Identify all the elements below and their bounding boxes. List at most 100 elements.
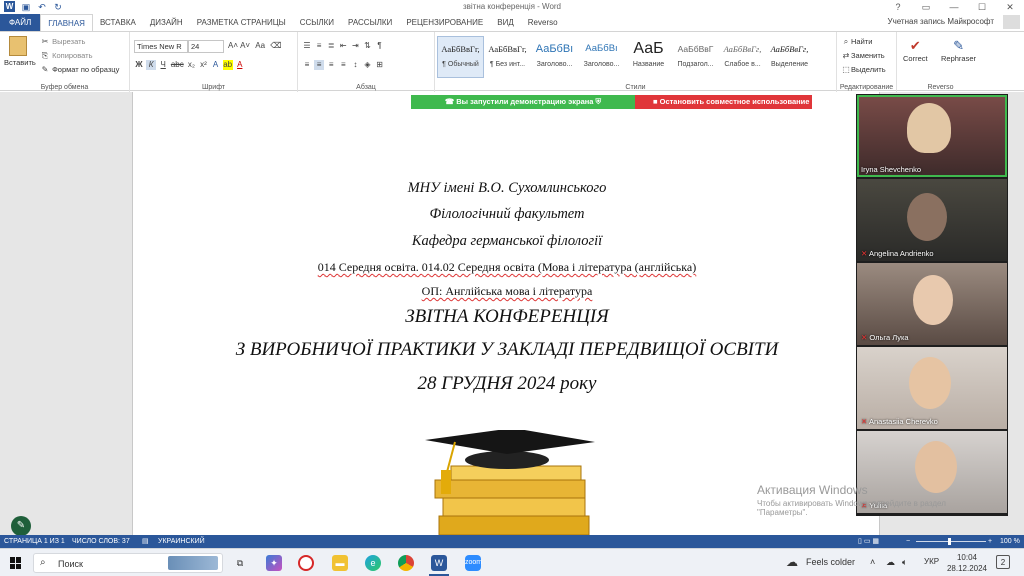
notifications-badge[interactable]: 2 bbox=[996, 555, 1010, 569]
increase-indent-icon[interactable]: ⇥ bbox=[350, 41, 360, 51]
bold-icon[interactable]: Ж bbox=[134, 60, 144, 70]
participant-tile[interactable]: ✕ Angelina Andrienko bbox=[857, 179, 1007, 261]
tab-design[interactable]: ДИЗАЙН bbox=[143, 14, 190, 31]
style-no-spacing[interactable]: АаБбВвГг, ¶ Без инт... bbox=[484, 36, 531, 78]
opera-icon[interactable] bbox=[298, 555, 314, 571]
align-right-icon[interactable]: ≡ bbox=[326, 60, 336, 70]
word-taskbar-icon[interactable]: W bbox=[431, 555, 447, 571]
format-painter-button[interactable]: ✎ Формат по образцу bbox=[40, 65, 120, 75]
stop-sharing-button[interactable]: ■ Остановить совместное использование bbox=[635, 95, 812, 109]
task-view-icon[interactable]: ⧉ bbox=[232, 555, 248, 571]
clear-format-icon[interactable]: ⌫ bbox=[270, 41, 281, 51]
proofing-icon[interactable]: ▤ bbox=[142, 535, 149, 548]
web-layout-icon[interactable]: ▦ bbox=[872, 538, 879, 545]
participant-tile[interactable]: ✕ Ольга Лука bbox=[857, 263, 1007, 345]
shrink-font-icon[interactable]: A˅ bbox=[240, 41, 250, 51]
italic-icon[interactable]: К bbox=[146, 60, 157, 70]
change-case-icon[interactable]: Aa bbox=[252, 41, 268, 51]
tab-references[interactable]: ССЫЛКИ bbox=[293, 14, 341, 31]
zoom-in-icon[interactable]: + bbox=[988, 535, 992, 548]
borders-icon[interactable]: ⊞ bbox=[375, 60, 385, 70]
text-effects-icon[interactable]: A bbox=[211, 60, 221, 70]
find-button[interactable]: ⌕ Найти bbox=[841, 37, 873, 47]
word-count[interactable]: ЧИСЛО СЛОВ: 37 bbox=[72, 535, 130, 548]
zoom-slider[interactable] bbox=[916, 541, 986, 542]
grow-font-icon[interactable]: A˄ bbox=[228, 41, 238, 51]
highlight-icon[interactable]: ab bbox=[222, 60, 233, 70]
weather-text[interactable]: Feels colder bbox=[806, 557, 855, 567]
select-button[interactable]: ⬚Выделить bbox=[841, 65, 885, 75]
replace-button[interactable]: ⇄ Заменить bbox=[841, 51, 885, 61]
clock[interactable]: 10:04 28.12.2024 bbox=[945, 552, 989, 574]
document-page[interactable]: МНУ імені В.О. Сухомлинського Філологічн… bbox=[132, 92, 880, 535]
align-left-icon[interactable]: ≡ bbox=[302, 60, 312, 70]
ribbon-display-icon[interactable]: ▭ bbox=[912, 0, 940, 14]
font-size-box[interactable]: 24 bbox=[188, 40, 224, 53]
rephraser-button[interactable]: ✎ Rephraser bbox=[941, 38, 976, 63]
print-layout-icon[interactable]: ▭ bbox=[864, 538, 871, 545]
tab-home[interactable]: ГЛАВНАЯ bbox=[40, 14, 93, 31]
style-heading-2[interactable]: АаБбВı Заголово... bbox=[578, 36, 625, 78]
font-name-box[interactable]: Times New R bbox=[134, 40, 188, 53]
zoom-slider-thumb[interactable] bbox=[948, 538, 951, 545]
close-button[interactable]: ✕ bbox=[996, 0, 1024, 14]
tab-reverso[interactable]: Reverso bbox=[521, 14, 565, 31]
minimize-button[interactable]: — bbox=[940, 0, 968, 14]
avatar[interactable] bbox=[1003, 15, 1020, 29]
style-title[interactable]: АаБ Название bbox=[625, 36, 672, 78]
style-emphasis[interactable]: АаБбВвГг, Выделение bbox=[766, 36, 813, 78]
style-normal[interactable]: АаБбВвГг, ¶ Обычный bbox=[437, 36, 484, 78]
style-heading-1[interactable]: АаБбВı Заголово... bbox=[531, 36, 578, 78]
align-center-icon[interactable]: ≡ bbox=[314, 60, 325, 70]
windows-start-icon[interactable] bbox=[10, 557, 22, 569]
decrease-indent-icon[interactable]: ⇤ bbox=[338, 41, 348, 51]
chrome-icon[interactable] bbox=[398, 555, 414, 571]
tab-insert[interactable]: ВСТАВКА bbox=[93, 14, 143, 31]
tab-layout[interactable]: РАЗМЕТКА СТРАНИЦЫ bbox=[190, 14, 293, 31]
justify-icon[interactable]: ≡ bbox=[338, 60, 348, 70]
superscript-icon[interactable]: x² bbox=[198, 60, 208, 70]
copy-button[interactable]: ⎘ Копировать bbox=[40, 51, 93, 61]
cut-button[interactable]: ✂ Вырезать bbox=[40, 37, 86, 47]
tab-file[interactable]: ФАЙЛ bbox=[0, 14, 41, 31]
numbering-icon[interactable]: ≡ bbox=[314, 41, 324, 51]
file-explorer-icon[interactable]: ▬ bbox=[332, 555, 348, 571]
read-mode-icon[interactable]: ▯ bbox=[858, 538, 862, 545]
correct-button[interactable]: ✔ Correct bbox=[903, 38, 928, 63]
account-name[interactable]: Учетная запись Майкрософт bbox=[887, 17, 994, 26]
subscript-icon[interactable]: x₂ bbox=[186, 60, 196, 70]
input-language[interactable]: УКР bbox=[924, 557, 939, 566]
annotate-pen-button[interactable]: ✎ bbox=[11, 516, 31, 536]
font-color-icon[interactable]: A bbox=[235, 60, 245, 70]
page-count[interactable]: СТРАНИЦА 1 ИЗ 1 bbox=[4, 535, 65, 548]
multilevel-list-icon[interactable]: ≣ bbox=[326, 41, 336, 51]
language[interactable]: УКРАИНСКИЙ bbox=[158, 535, 205, 548]
sort-icon[interactable]: ⇅ bbox=[362, 41, 372, 51]
sound-icon[interactable]: 🔈︎ bbox=[902, 557, 907, 568]
participant-tile[interactable]: Iryna Shevchenko bbox=[857, 95, 1007, 177]
bullets-icon[interactable]: ☰ bbox=[302, 41, 312, 51]
line-spacing-icon[interactable]: ↕ bbox=[350, 60, 360, 70]
underline-icon[interactable]: Ч bbox=[158, 60, 168, 70]
edge-icon[interactable]: e bbox=[365, 555, 381, 571]
copilot-icon[interactable]: ✦ bbox=[266, 555, 282, 571]
tab-mailings[interactable]: РАССЫЛКИ bbox=[341, 14, 399, 31]
strikethrough-icon[interactable]: abc bbox=[170, 60, 184, 70]
tab-view[interactable]: ВИД bbox=[490, 14, 521, 31]
style-subtitle[interactable]: АаБбВвГ Подзагол... bbox=[672, 36, 719, 78]
paste-button[interactable]: Вставить bbox=[4, 36, 36, 67]
zoom-level[interactable]: 100 % bbox=[1000, 535, 1020, 548]
shading-icon[interactable]: ◈ bbox=[362, 60, 372, 70]
style-subtle-emphasis[interactable]: АаБбВвГг, Слабое в... bbox=[719, 36, 766, 78]
zoom-out-icon[interactable]: − bbox=[906, 535, 910, 548]
taskbar-search-box[interactable]: ⌕ Поиск bbox=[33, 553, 223, 573]
pilcrow-icon[interactable]: ¶ bbox=[375, 41, 385, 51]
help-icon[interactable]: ? bbox=[884, 0, 912, 14]
tab-review[interactable]: РЕЦЕНЗИРОВАНИЕ bbox=[399, 14, 490, 31]
participant-tile[interactable]: ✕ Anastasiia Cherevko bbox=[857, 347, 1007, 429]
zoom-app-icon[interactable]: zoom bbox=[465, 555, 482, 571]
weather-icon[interactable]: ☁ bbox=[786, 555, 798, 569]
maximize-button[interactable]: ☐ bbox=[968, 0, 996, 14]
network-icon[interactable]: ☁ bbox=[886, 557, 895, 568]
tray-chevron-icon[interactable]: ˄ bbox=[870, 557, 875, 567]
